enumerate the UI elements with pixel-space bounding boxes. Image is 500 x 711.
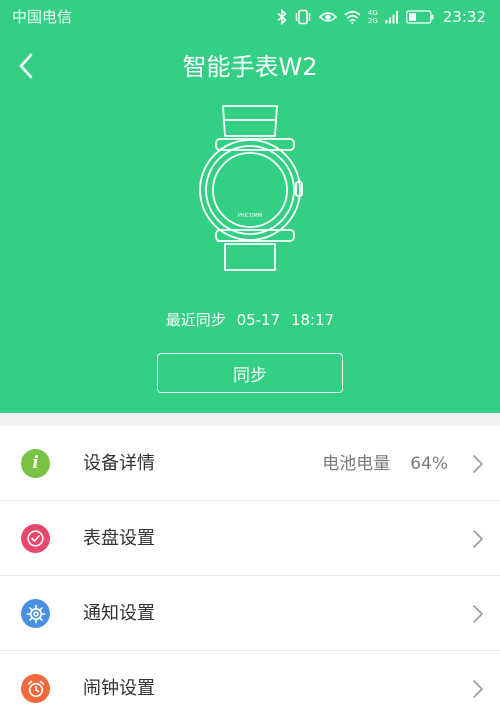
last-sync-label: 最近同步 — [165, 311, 226, 329]
vibrate-icon — [294, 9, 312, 25]
list-item-notification-settings[interactable]: 通知设置 — [0, 576, 500, 651]
info-icon: i — [21, 449, 50, 478]
list-item-label: 设备详情 — [83, 453, 155, 474]
chevron-right-icon — [473, 530, 483, 548]
back-button[interactable] — [8, 48, 44, 84]
list-item-watch-face-settings[interactable]: 表盘设置 — [0, 501, 500, 576]
list-item-device-details[interactable]: i 设备详情 电池电量 64% — [0, 426, 500, 501]
battery-level-label: 电池电量 — [322, 454, 391, 474]
chevron-right-icon — [473, 680, 483, 698]
chevron-right-icon — [473, 605, 483, 623]
list-item-label: 闹钟设置 — [83, 678, 155, 699]
page-title: 智能手表W2 — [182, 53, 318, 81]
battery-icon — [405, 10, 434, 24]
network-label-2g: 2G — [367, 17, 378, 25]
signal-icon — [385, 10, 399, 24]
bluetooth-icon — [277, 9, 287, 25]
last-sync-time: 18:17 — [290, 311, 335, 329]
watch-brand-text: PHICOMM — [238, 213, 262, 219]
last-sync-info: 最近同步 05-17 18:17 — [100, 309, 400, 331]
network-type-labels: 4G 2G — [368, 9, 378, 25]
eye-icon — [318, 10, 337, 24]
network-label-4g: 4G — [367, 9, 378, 17]
battery-level-value: 64% — [410, 454, 448, 474]
list-item-label: 通知设置 — [83, 603, 155, 624]
watch-face-icon — [21, 524, 50, 553]
list-item-alarm-settings[interactable]: 闹钟设置 — [0, 651, 500, 711]
list-item-label: 表盘设置 — [83, 528, 155, 549]
carrier-name: 中国电信 — [12, 8, 73, 26]
last-sync-date: 05-17 — [236, 311, 281, 329]
status-icons: 4G 2G 23:32 — [277, 6, 486, 28]
chevron-left-icon — [19, 53, 33, 79]
battery-level: 电池电量 64% — [322, 451, 448, 477]
sync-button[interactable]: 同步 — [157, 353, 343, 393]
alarm-clock-icon — [21, 674, 50, 703]
chevron-right-icon — [473, 455, 483, 473]
status-time: 23:32 — [442, 8, 486, 26]
gear-icon — [21, 599, 50, 628]
status-bar: 中国电信 4G 2G 23:32 — [0, 0, 500, 36]
watch-illustration: PHICOMM — [195, 100, 305, 272]
wifi-icon — [344, 10, 361, 24]
settings-list: i 设备详情 电池电量 64% 表盘设置 通知设置 闹钟设置 — [0, 426, 500, 711]
